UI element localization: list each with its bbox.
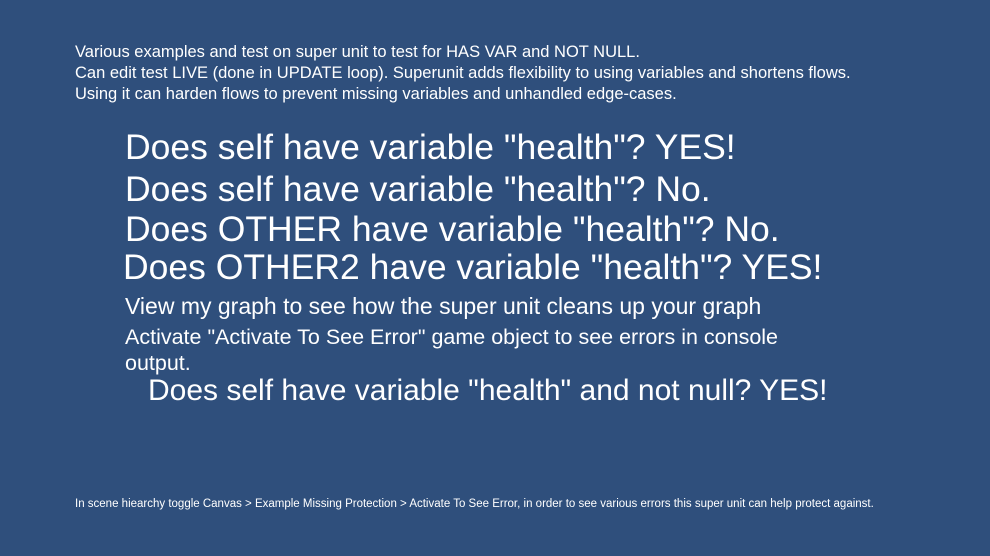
intro-text: Various examples and test on super unit … [75,42,895,105]
intro-line-1: Various examples and test on super unit … [75,43,640,61]
other2-health-result: Does OTHER2 have variable "health"? YES! [123,247,823,287]
self-health-result: Does self have variable "health"? YES! [125,127,736,167]
other-health-result: Does OTHER have variable "health"? No. [125,209,780,249]
activate-error-note: Activate "Activate To See Error" game ob… [125,325,779,375]
self-health-result-2: Does self have variable "health"? No. [125,169,711,209]
self-health-not-null-result: Does self have variable "health" and not… [148,374,828,407]
intro-line-2: Can edit test LIVE (done in UPDATE loop)… [75,64,851,103]
view-graph-note: View my graph to see how the super unit … [125,293,762,319]
footer-note: In scene hiearchy toggle Canvas > Exampl… [75,498,874,510]
